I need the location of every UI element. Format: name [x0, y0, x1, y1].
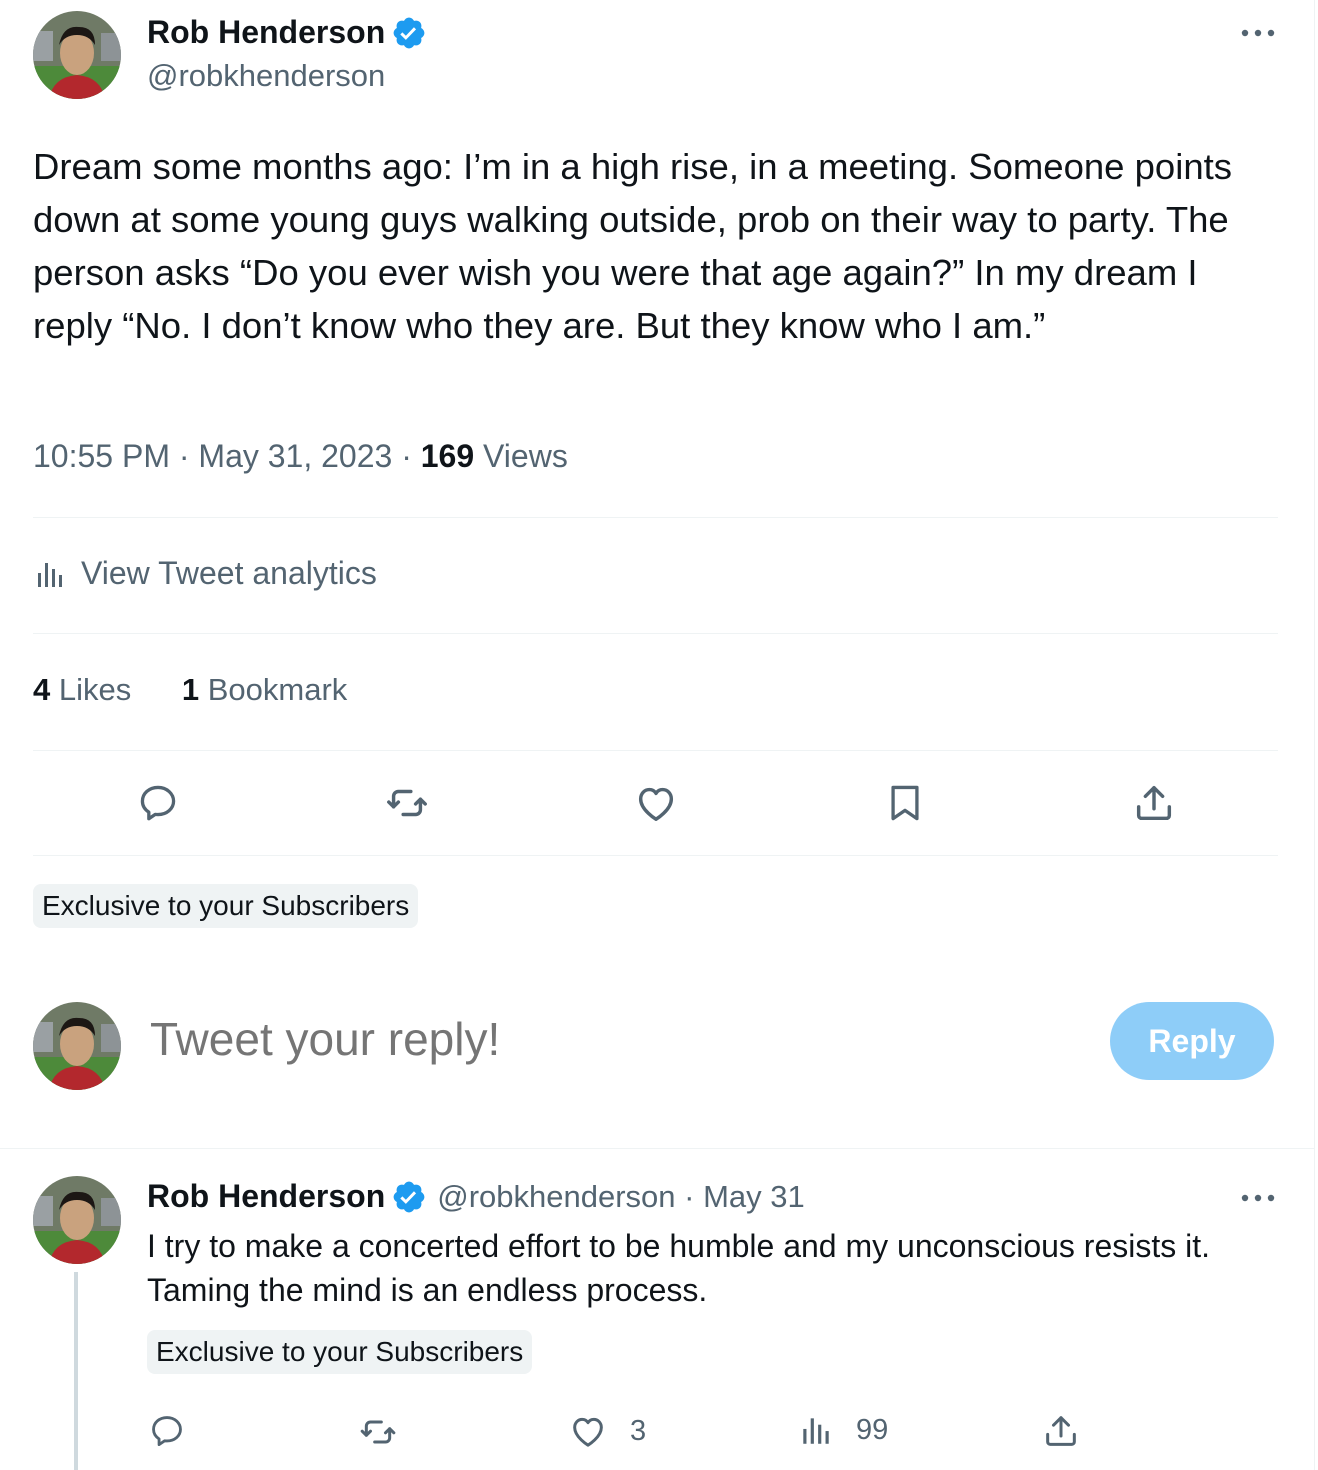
retweet-button[interactable]	[383, 779, 431, 827]
bookmarks-stat[interactable]: 1 Bookmark	[182, 672, 347, 708]
exclusive-subscribers-badge: Exclusive to your Subscribers	[33, 884, 419, 928]
more-icon[interactable]	[1240, 28, 1276, 38]
reply-button[interactable]	[134, 779, 182, 827]
divider	[33, 855, 1278, 856]
tweet-text: Dream some months ago: I’m in a high ris…	[33, 146, 1233, 346]
engagement-stats: 4 Likes 1 Bookmark	[33, 672, 389, 708]
composer-avatar[interactable]	[33, 1002, 121, 1090]
reply-author-handle[interactable]: @robkhenderson	[437, 1179, 675, 1215]
separator-dot: ·	[401, 438, 421, 474]
retweet-icon	[360, 1420, 396, 1444]
reply-date[interactable]: May 31	[703, 1179, 805, 1215]
reply-reply-button[interactable]	[148, 1412, 186, 1450]
reply-text: I try to make a concerted effort to be h…	[147, 1228, 1211, 1308]
reply-view-count: 99	[856, 1413, 889, 1446]
bookmarks-count: 1	[181, 672, 200, 707]
analytics-icon	[38, 562, 62, 587]
likes-count: 4	[33, 672, 51, 707]
views-label: Views	[483, 438, 568, 474]
bookmarks-label: Bookmark	[207, 672, 348, 707]
analytics-icon	[803, 1418, 829, 1444]
reply-submit-button[interactable]: Reply	[1110, 1002, 1274, 1080]
reply-author-avatar[interactable]	[33, 1176, 121, 1264]
author-name-row: Rob Henderson	[147, 14, 427, 51]
share-icon	[1136, 785, 1172, 821]
analytics-label: View Tweet analytics	[81, 555, 377, 591]
exclusive-subscribers-badge: Exclusive to your Subscribers	[147, 1330, 533, 1374]
tweet-time[interactable]: 10:55 PM	[33, 438, 170, 474]
likes-stat[interactable]: 4 Likes	[33, 672, 131, 708]
view-analytics-link[interactable]: View Tweet analytics	[33, 555, 377, 592]
divider	[33, 517, 1278, 518]
more-icon[interactable]	[1240, 1193, 1276, 1203]
like-icon	[573, 1417, 603, 1447]
reply-icon	[152, 1416, 182, 1447]
bookmark-icon	[891, 785, 919, 821]
likes-label: Likes	[58, 672, 132, 707]
like-icon	[638, 787, 674, 822]
share-icon	[1046, 1416, 1076, 1446]
views-count: 169	[420, 438, 475, 474]
retweet-icon	[387, 789, 427, 817]
divider	[33, 633, 1278, 634]
reply-author-name[interactable]: Rob Henderson	[147, 1178, 385, 1215]
like-button[interactable]	[632, 779, 680, 827]
reply-views-button[interactable]: 99	[798, 1412, 888, 1448]
reply-author-row: Rob Henderson @robkhenderson · May 31	[147, 1178, 805, 1215]
tweet-date[interactable]: May 31, 2023	[198, 438, 392, 474]
reply-like-button[interactable]: 3	[568, 1411, 646, 1451]
thread-connector-line	[74, 1272, 78, 1470]
timeline-border	[1314, 0, 1315, 1470]
divider	[33, 750, 1278, 751]
author-avatar[interactable]	[33, 11, 121, 99]
verified-badge-icon	[393, 1181, 425, 1212]
section-divider	[0, 1148, 1314, 1149]
reply-like-count: 3	[630, 1414, 647, 1447]
bookmark-button[interactable]	[881, 779, 929, 827]
author-handle[interactable]: @robkhenderson	[147, 58, 385, 94]
verified-badge-icon	[393, 17, 425, 48]
separator-dot: ·	[178, 438, 199, 474]
reply-composer-input[interactable]	[150, 1012, 1050, 1066]
share-button[interactable]	[1130, 779, 1178, 827]
reply-share-button[interactable]	[1041, 1411, 1081, 1451]
reply-icon	[140, 785, 176, 821]
tweet-meta: 10:55 PM · May 31, 2023 · 169 Views	[33, 438, 568, 475]
reply-retweet-button[interactable]	[358, 1412, 398, 1452]
author-name[interactable]: Rob Henderson	[147, 14, 385, 51]
separator-dot: ·	[675, 1178, 704, 1214]
